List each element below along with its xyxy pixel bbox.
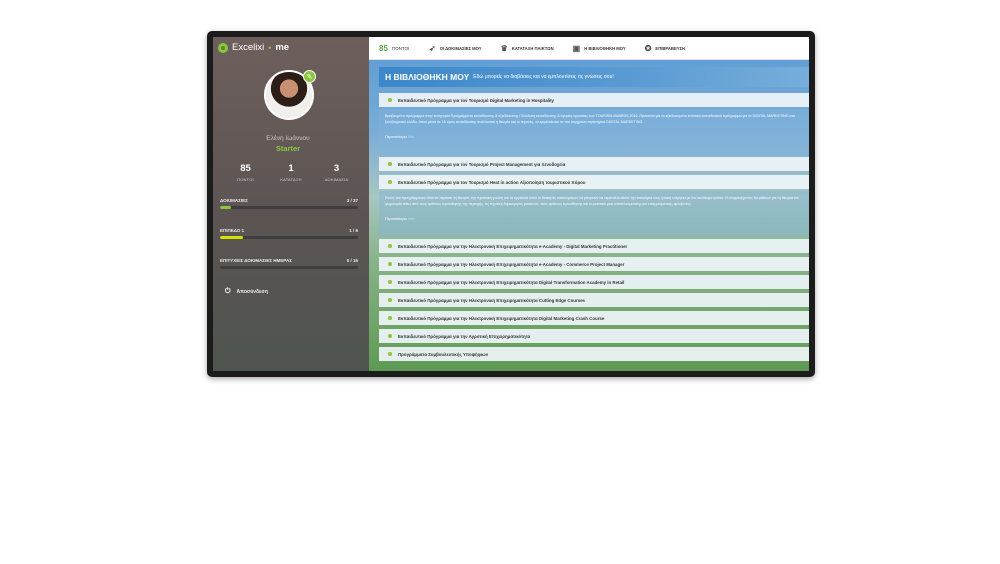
course-item[interactable]: Εκπαιδευτικό Πρόγραμμα για την Ηλεκτρονι… xyxy=(379,257,809,271)
user-stats: 85 ΠΟΝΤΟΙ 1 ΚΑΤΑΤΑΞΗ 3 ΔΟΚΙΜΑΣΙΑ xyxy=(223,163,359,182)
course-bullet-icon xyxy=(388,262,392,266)
more-link[interactable]: Info xyxy=(408,217,414,221)
page-subtitle: Εδώ μπορείς να διαβάσεις και να εμπλουτί… xyxy=(473,74,614,80)
user-rank: Starter xyxy=(275,144,301,153)
progress-label: ΔΟΚΙΜΑΣΙΕΣ xyxy=(220,198,248,203)
progress-track xyxy=(220,236,358,239)
course-item[interactable]: Εκπαιδευτικό Πρόγραμμα για τον Τουρισμό … xyxy=(379,93,809,107)
course-description: Βραβευμένο πρόγραμμα στην κατηγορία Προγ… xyxy=(379,109,809,157)
stat-challenges: 3 ΔΟΚΙΜΑΣΙΑ xyxy=(314,163,359,182)
course-item[interactable]: Εκπαιδευτικό Πρόγραμμα για την Ηλεκτρονι… xyxy=(379,311,809,325)
app-logo[interactable]: Excelixi • me xyxy=(218,42,289,53)
course-bullet-icon xyxy=(388,162,392,166)
logout-button[interactable]: ⏻ Αποσύνδεση xyxy=(225,288,268,296)
app-screen: Excelixi • me ✎ Ελένη Ιωάννου Starter 85… xyxy=(213,37,809,371)
course-title: Προγράμματα Συμβουλευτικής Υποψήφιων xyxy=(398,351,489,357)
course-bullet-icon xyxy=(388,316,392,320)
top-navigation: 85 ΠΟΝΤΟΙ ➶ ΟΙ ΔΟΚΙΜΑΣΙΕΣ ΜΟΥ ♛ ΚΑΤΑΤΑΞΗ… xyxy=(369,37,809,60)
stat-label: ΚΑΤΑΤΑΞΗ xyxy=(280,177,302,182)
logo-suffix: me xyxy=(275,42,290,53)
course-item[interactable]: Εκπαιδευτικό Πρόγραμμα για τον Τουρισμό … xyxy=(379,157,809,171)
main-content: 85 ΠΟΝΤΟΙ ➶ ΟΙ ΔΟΚΙΜΑΣΙΕΣ ΜΟΥ ♛ ΚΑΤΑΤΑΞΗ… xyxy=(369,37,809,371)
stat-label: ΠΟΝΤΟΙ xyxy=(237,177,254,182)
course-title: Εκπαιδευτικό Πρόγραμμα για την Ηλεκτρονι… xyxy=(398,279,625,285)
course-title: Εκπαιδευτικό Πρόγραμμα για την Ηλεκτρονι… xyxy=(398,297,586,303)
stat-value: 1 xyxy=(288,163,294,174)
course-item[interactable]: Προγράμματα Συμβουλευτικής Υποψήφιων xyxy=(379,347,809,361)
course-item[interactable]: Εκπαιδευτικό Πρόγραμμα για τον Τουρισμό … xyxy=(379,175,809,189)
course-bullet-icon xyxy=(388,98,392,102)
course-description-text: Βραβευμένο πρόγραμμα στην κατηγορία Προγ… xyxy=(385,114,796,124)
progress-challenges: ΔΟΚΙΜΑΣΙΕΣ 3 / 37 xyxy=(220,198,358,209)
progress-track xyxy=(220,266,358,269)
avatar-edit-icon[interactable]: ✎ xyxy=(303,70,316,83)
nav-item-label: ΟΙ ΔΟΚΙΜΑΣΙΕΣ ΜΟΥ xyxy=(439,45,482,51)
course-bullet-icon xyxy=(388,352,392,356)
nav-points-value: 85 xyxy=(379,43,388,53)
user-name: Ελένη Ιωάννου xyxy=(266,135,310,142)
library-header: Η ΒΙΒΛΙΟΘΗΚΗ ΜΟΥ Εδώ μπορείς να διαβάσει… xyxy=(379,67,809,87)
progress-count: 3 / 37 xyxy=(346,198,358,203)
logo-dot: • xyxy=(268,42,272,53)
course-item[interactable]: Εκπαιδευτικό Πρόγραμμα για την Αγροτική … xyxy=(379,329,809,343)
logo-icon xyxy=(218,42,228,53)
course-title: Εκπαιδευτικό Πρόγραμμα για την Ηλεκτρονι… xyxy=(398,315,605,321)
trophy-icon: ♛ xyxy=(500,43,508,53)
stat-value: 3 xyxy=(333,163,340,174)
course-title: Εκπαιδευτικό Πρόγραμμα για τον Τουρισμό … xyxy=(398,161,566,167)
sidebar: Excelixi • me ✎ Ελένη Ιωάννου Starter 85… xyxy=(213,37,369,371)
award-icon: ✪ xyxy=(644,43,652,53)
course-title: Εκπαιδευτικό Πρόγραμμα για την Ηλεκτρονι… xyxy=(398,243,628,249)
progress-daily: ΕΠΙΤΥΧΕΙΣ ΔΟΚΙΜΑΣΙΕΣ ΗΜΕΡΑΣ 0 / 15 xyxy=(220,258,358,269)
progress-label: ΕΠΙΤΥΧΕΙΣ ΔΟΚΙΜΑΣΙΕΣ ΗΜΕΡΑΣ xyxy=(220,258,292,263)
course-more: Περισσότερα Info xyxy=(385,217,805,223)
course-bullet-icon xyxy=(388,280,392,284)
nav-rewards[interactable]: ✪ ΕΠΙΒΡΑΒΕΥΣΗ xyxy=(645,44,685,53)
rocket-icon: ➶ xyxy=(429,43,436,53)
progress-track xyxy=(220,206,358,209)
more-label: Περισσότερα xyxy=(385,135,407,140)
progress-fill xyxy=(220,206,232,209)
course-description-text: Εκτός του προγράμματος είναι να περάσει … xyxy=(385,196,799,206)
more-link[interactable]: Info xyxy=(408,135,414,139)
progress-count: 1 / 6 xyxy=(349,228,358,233)
course-item[interactable]: Εκπαιδευτικό Πρόγραμμα για την Ηλεκτρονι… xyxy=(379,293,809,307)
course-bullet-icon xyxy=(388,334,392,338)
nav-my-challenges[interactable]: ➶ ΟΙ ΔΟΚΙΜΑΣΙΕΣ ΜΟΥ xyxy=(429,44,482,53)
course-bullet-icon xyxy=(388,180,392,184)
nav-points-label: ΠΟΝΤΟΙ xyxy=(391,45,410,51)
progress-count: 0 / 15 xyxy=(346,258,358,263)
course-title: Εκπαιδευτικό Πρόγραμμα για την Αγροτική … xyxy=(398,333,531,339)
more-label: Περισσότερα xyxy=(385,217,407,222)
page-title: Η ΒΙΒΛΙΟΘΗΚΗ ΜΟΥ xyxy=(385,72,470,82)
nav-points[interactable]: 85 ΠΟΝΤΟΙ xyxy=(369,44,429,53)
logo-text: Excelixi xyxy=(232,42,265,53)
course-title: Εκπαιδευτικό Πρόγραμμα για την Ηλεκτρονι… xyxy=(398,261,625,267)
nav-item-label: ΚΑΤΑΤΑΞΗ ΠΑΙΚΤΩΝ xyxy=(511,45,554,51)
course-title: Εκπαιδευτικό Πρόγραμμα για τον Τουρισμό … xyxy=(398,97,554,103)
library-icon: ▣ xyxy=(572,43,581,53)
course-bullet-icon xyxy=(388,298,392,302)
progress-fill xyxy=(220,236,244,239)
stat-label: ΔΟΚΙΜΑΣΙΑ xyxy=(324,177,349,182)
course-more: Περισσότερα Info xyxy=(385,135,805,141)
nav-item-label: ΕΠΙΒΡΑΒΕΥΣΗ xyxy=(655,45,686,51)
logout-icon: ⏻ xyxy=(225,288,231,295)
course-description: Εκτός του προγράμματος είναι να περάσει … xyxy=(379,191,809,236)
progress-level: ΕΠΙΠΕΔΟ 1 1 / 6 xyxy=(220,228,358,239)
course-title: Εκπαιδευτικό Πρόγραμμα για τον Τουρισμό … xyxy=(398,179,586,185)
course-bullet-icon xyxy=(388,244,392,248)
logout-label: Αποσύνδεση xyxy=(236,289,268,295)
stat-points: 85 ΠΟΝΤΟΙ xyxy=(223,163,268,182)
nav-player-ranking[interactable]: ♛ ΚΑΤΑΤΑΞΗ ΠΑΙΚΤΩΝ xyxy=(501,44,554,53)
stat-value: 85 xyxy=(240,163,251,174)
device-frame: Excelixi • me ✎ Ελένη Ιωάννου Starter 85… xyxy=(207,31,815,377)
nav-my-library[interactable]: ▣ Η ΒΙΒΛΙΟΘΗΚΗ ΜΟΥ xyxy=(573,44,626,53)
course-item[interactable]: Εκπαιδευτικό Πρόγραμμα για την Ηλεκτρονι… xyxy=(379,239,809,253)
stat-ranking: 1 ΚΑΤΑΤΑΞΗ xyxy=(269,163,314,182)
nav-item-label: Η ΒΙΒΛΙΟΘΗΚΗ ΜΟΥ xyxy=(584,45,626,51)
progress-label: ΕΠΙΠΕΔΟ 1 xyxy=(220,228,245,233)
course-item[interactable]: Εκπαιδευτικό Πρόγραμμα για την Ηλεκτρονι… xyxy=(379,275,809,289)
